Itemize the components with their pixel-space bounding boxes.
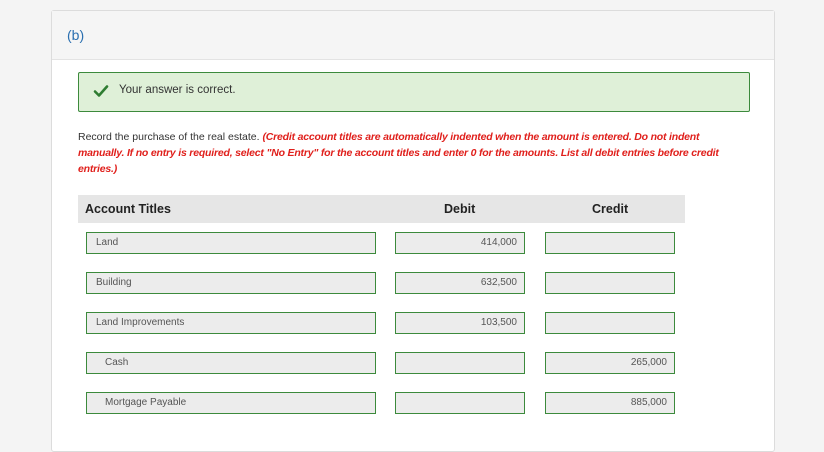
debit-field[interactable]: 414,000	[395, 232, 525, 254]
debit-field[interactable]: 103,500	[395, 312, 525, 334]
instruction-prompt: Record the purchase of the real estate.	[78, 131, 263, 143]
part-label: (b)	[67, 27, 85, 43]
journal-row: Cash 265,000	[52, 352, 774, 376]
journal-row: Building 632,500	[52, 272, 774, 296]
credit-field[interactable]: 885,000	[545, 392, 675, 414]
table-header: Account Titles Debit Credit	[78, 195, 685, 223]
header-debit: Debit	[444, 202, 476, 216]
journal-row: Mortgage Payable 885,000	[52, 392, 774, 416]
feedback-banner: Your answer is correct.	[78, 72, 750, 112]
header-account-titles: Account Titles	[85, 202, 171, 216]
header-credit: Credit	[592, 202, 629, 216]
account-title-field[interactable]: Mortgage Payable	[86, 392, 376, 414]
credit-field[interactable]: 265,000	[545, 352, 675, 374]
question-card: (b) Your answer is correct. Record the p…	[51, 10, 775, 452]
account-title-field[interactable]: Land Improvements	[86, 312, 376, 334]
journal-row: Land Improvements 103,500	[52, 312, 774, 336]
credit-field[interactable]	[545, 312, 675, 334]
feedback-message: Your answer is correct.	[119, 84, 236, 96]
debit-field[interactable]	[395, 352, 525, 374]
check-icon	[93, 85, 109, 97]
debit-field[interactable]	[395, 392, 525, 414]
instructions: Record the purchase of the real estate. …	[78, 129, 738, 177]
card-header: (b)	[52, 11, 774, 60]
account-title-field[interactable]: Land	[86, 232, 376, 254]
journal-row: Land 414,000	[52, 232, 774, 256]
debit-field[interactable]: 632,500	[395, 272, 525, 294]
account-title-field[interactable]: Building	[86, 272, 376, 294]
account-title-field[interactable]: Cash	[86, 352, 376, 374]
credit-field[interactable]	[545, 232, 675, 254]
credit-field[interactable]	[545, 272, 675, 294]
